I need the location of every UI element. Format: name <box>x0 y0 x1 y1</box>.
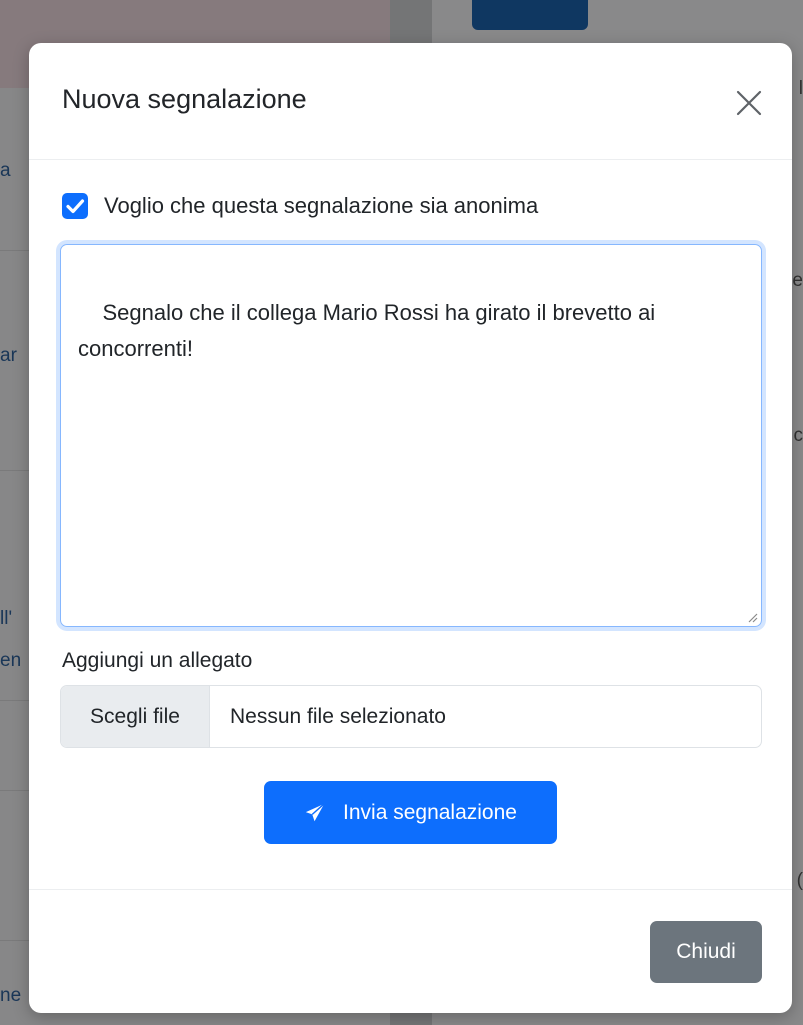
choose-file-button[interactable]: Scegli file <box>61 686 210 747</box>
send-report-label: Invia segnalazione <box>343 800 517 824</box>
report-modal: Nuova segnalazione Voglio che questa seg… <box>29 43 792 1013</box>
paper-plane-icon <box>305 802 325 821</box>
close-icon[interactable] <box>731 85 767 121</box>
checkmark-icon <box>66 199 85 214</box>
attachment-label: Aggiungi un allegato <box>62 649 253 672</box>
resize-handle-icon[interactable] <box>746 611 758 623</box>
modal-footer-divider <box>29 889 792 890</box>
anonymous-checkbox[interactable] <box>62 193 88 219</box>
file-status-text: Nessun file selezionato <box>230 704 446 728</box>
report-message-text: Segnalo che il collega Mario Rossi ha gi… <box>78 300 662 361</box>
send-report-button[interactable]: Invia segnalazione <box>264 781 557 844</box>
anonymous-checkbox-label[interactable]: Voglio che questa segnalazione sia anoni… <box>104 193 538 219</box>
anonymous-option: Voglio che questa segnalazione sia anoni… <box>62 193 538 219</box>
file-input[interactable]: Scegli file Nessun file selezionato <box>60 685 762 748</box>
modal-header: Nuova segnalazione <box>29 43 792 160</box>
report-message-textarea[interactable]: Segnalo che il collega Mario Rossi ha gi… <box>60 244 762 627</box>
modal-title: Nuova segnalazione <box>62 84 307 114</box>
close-button[interactable]: Chiudi <box>650 921 762 983</box>
